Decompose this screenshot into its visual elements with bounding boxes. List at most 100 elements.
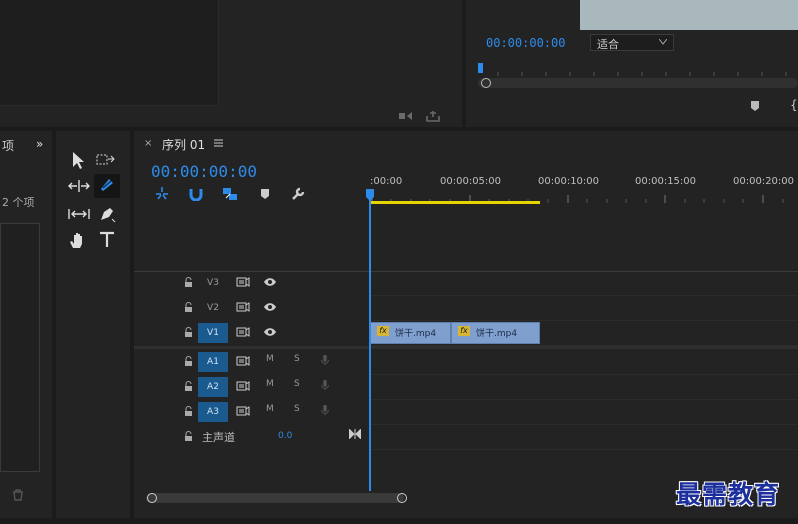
work-area-bar[interactable]	[370, 201, 540, 204]
project-tab-title[interactable]: 项	[2, 137, 14, 154]
lane-v2[interactable]	[370, 296, 798, 321]
mark-in-icon[interactable]: {	[790, 98, 798, 112]
panel-menu-icon[interactable]	[214, 139, 223, 147]
sync-lock-icon[interactable]	[236, 355, 250, 367]
pen-tool-icon[interactable]	[98, 205, 116, 223]
slip-tool-icon[interactable]	[68, 207, 90, 221]
lock-icon[interactable]	[184, 381, 193, 392]
item-count: 2 个项	[2, 196, 35, 209]
sync-lock-icon[interactable]	[236, 380, 250, 392]
go-to-end-icon[interactable]	[349, 429, 361, 439]
master-volume-value[interactable]: 0.0	[278, 431, 292, 441]
zoom-select[interactable]: 适合	[590, 34, 674, 51]
sync-lock-icon[interactable]	[236, 326, 250, 338]
microphone-icon[interactable]	[318, 379, 332, 391]
lane-a3[interactable]	[370, 400, 798, 425]
track-header-a1: A1 M S	[134, 350, 370, 374]
double-chevron-icon[interactable]: »	[36, 137, 43, 151]
track-header-a2: A2 M S	[134, 375, 370, 399]
nest-toggle-icon[interactable]	[155, 187, 169, 201]
track-name-a2[interactable]: A2	[198, 377, 228, 397]
mute-button[interactable]: M	[266, 354, 274, 364]
add-marker-icon[interactable]	[260, 188, 270, 200]
lock-icon[interactable]	[184, 327, 193, 338]
track-name-v2[interactable]: V2	[198, 298, 228, 318]
ruler-tick-label: 00:00:15:00	[635, 176, 697, 187]
microphone-icon[interactable]	[318, 354, 332, 366]
chevron-down-icon	[659, 39, 667, 45]
linked-selection-icon[interactable]	[222, 187, 238, 201]
wrench-icon[interactable]	[290, 186, 306, 202]
lane-v3[interactable]	[370, 271, 798, 296]
ruler-tick-label: 00:00:20:00	[733, 176, 795, 187]
track-header-a3: A3 M S	[134, 400, 370, 424]
solo-button[interactable]: S	[294, 379, 300, 389]
video-clip[interactable]: fx 饼干.mp4	[370, 322, 451, 344]
microphone-icon[interactable]	[318, 404, 332, 416]
master-track-label: 主声道	[202, 431, 235, 444]
razor-tool-icon[interactable]	[94, 174, 120, 198]
project-bin-area[interactable]	[0, 223, 40, 472]
program-mini-ruler[interactable]	[478, 62, 798, 76]
lane-a1[interactable]	[370, 350, 798, 375]
mute-button[interactable]: M	[266, 404, 274, 414]
time-ruler[interactable]: :00:00 00:00:05:00 00:00:10:00 00:00:15:…	[370, 171, 798, 207]
track-select-tool-icon[interactable]	[96, 153, 116, 167]
clip-label: 饼干.mp4	[395, 329, 437, 339]
sync-lock-icon[interactable]	[236, 276, 250, 288]
scroll-thumb[interactable]	[146, 493, 404, 503]
eye-icon[interactable]	[263, 301, 277, 313]
close-tab-icon[interactable]: ×	[144, 138, 152, 149]
sequence-tab[interactable]: 序列 01	[162, 136, 205, 153]
clip-label: 饼干.mp4	[476, 329, 518, 339]
trash-icon[interactable]	[12, 489, 24, 501]
program-timecode[interactable]: 00:00:00:00	[486, 36, 565, 50]
program-monitor-panel: 00:00:00:00 适合 {	[466, 0, 798, 127]
track-name-v3[interactable]: V3	[198, 273, 228, 293]
sync-lock-icon[interactable]	[236, 405, 250, 417]
source-video-frame	[0, 0, 219, 106]
scroll-handle[interactable]	[481, 78, 491, 88]
solo-button[interactable]: S	[294, 404, 300, 414]
track-header-v1: V1	[134, 321, 370, 345]
snap-icon[interactable]	[189, 187, 203, 201]
program-video-frame	[580, 0, 798, 30]
track-name-a1[interactable]: A1	[198, 352, 228, 372]
ripple-edit-tool-icon[interactable]	[68, 179, 90, 193]
eye-icon[interactable]	[263, 326, 277, 338]
hand-tool-icon[interactable]	[68, 231, 88, 251]
playhead[interactable]	[369, 189, 371, 491]
sync-lock-icon[interactable]	[236, 301, 250, 313]
ruler-tick-label: 00:00:10:00	[538, 176, 600, 187]
timeline-panel: × 序列 01 00:00:00:00 :00:00 00:00:05:00 0…	[134, 131, 798, 518]
solo-button[interactable]: S	[294, 354, 300, 364]
insert-icon[interactable]	[398, 110, 414, 122]
program-zoom-scrollbar[interactable]	[478, 78, 798, 88]
add-marker-icon[interactable]	[750, 100, 760, 112]
lock-icon[interactable]	[184, 277, 193, 288]
mute-button[interactable]: M	[266, 379, 274, 389]
scroll-handle[interactable]	[397, 493, 407, 503]
overwrite-icon[interactable]	[426, 110, 440, 122]
scroll-handle[interactable]	[147, 493, 157, 503]
watermark: 最需教育	[676, 480, 781, 509]
fx-badge: fx	[377, 326, 389, 336]
video-clip[interactable]: fx 饼干.mp4	[451, 322, 540, 344]
source-monitor-panel	[0, 0, 462, 127]
ruler-tick-label: :00:00	[370, 176, 403, 187]
eye-icon[interactable]	[263, 276, 277, 288]
lane-a2[interactable]	[370, 375, 798, 400]
type-tool-icon[interactable]	[98, 231, 116, 249]
track-name-a3[interactable]: A3	[198, 402, 228, 422]
sequence-timecode[interactable]: 00:00:00:00	[151, 162, 257, 181]
lock-icon[interactable]	[184, 406, 193, 417]
track-name-v1[interactable]: V1	[198, 323, 228, 343]
track-header-v2: V2	[134, 296, 370, 320]
lane-master[interactable]	[370, 425, 798, 450]
lock-icon[interactable]	[184, 431, 193, 442]
lock-icon[interactable]	[184, 356, 193, 367]
lock-icon[interactable]	[184, 302, 193, 313]
zoom-select-value: 适合	[597, 38, 619, 51]
playhead-handle[interactable]	[365, 189, 375, 201]
selection-tool-icon[interactable]	[70, 151, 86, 169]
